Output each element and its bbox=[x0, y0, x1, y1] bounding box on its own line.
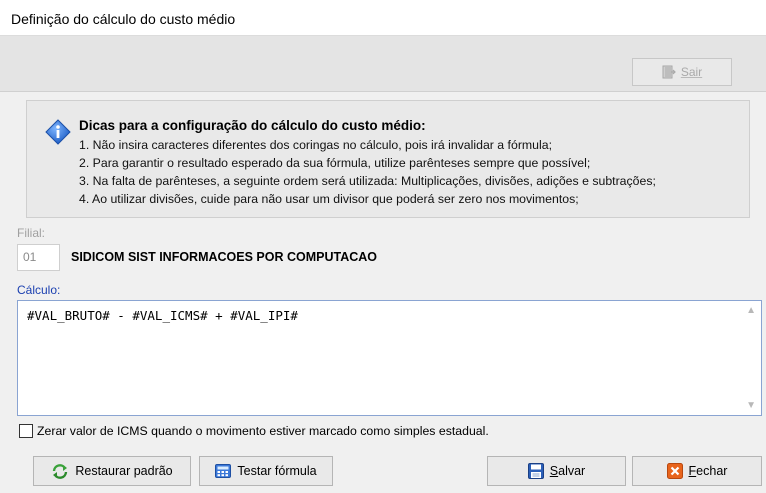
scroll-up-arrow-icon[interactable]: ▲ bbox=[746, 305, 756, 316]
calculo-formula[interactable]: #VAL_BRUTO# - #VAL_ICMS# + #VAL_IPI# bbox=[27, 308, 298, 323]
zerar-icms-option[interactable]: Zerar valor de ICMS quando o movimento e… bbox=[19, 424, 489, 438]
exit-button[interactable]: Sair bbox=[632, 58, 732, 86]
zerar-icms-label: Zerar valor de ICMS quando o movimento e… bbox=[37, 424, 489, 438]
scroll-down-arrow-icon[interactable]: ▼ bbox=[746, 400, 756, 411]
tip-line: 4. Ao utilizar divisões, cuide para não … bbox=[79, 192, 579, 206]
toolbar: Sair bbox=[0, 36, 766, 92]
calculo-label: Cálculo: bbox=[17, 283, 61, 297]
filial-code-field: 01 bbox=[17, 244, 60, 271]
calculator-icon bbox=[215, 464, 232, 478]
tip-line: 2. Para garantir o resultado esperado da… bbox=[79, 156, 591, 170]
tips-panel: Dicas para a configuração do cálculo do … bbox=[26, 100, 750, 218]
tips-title: Dicas para a configuração do cálculo do … bbox=[79, 118, 426, 133]
floppy-disk-icon bbox=[527, 463, 544, 479]
restore-default-label: Restaurar padrão bbox=[75, 464, 173, 478]
save-label: Salvar bbox=[549, 464, 586, 478]
zerar-icms-checkbox[interactable] bbox=[19, 424, 33, 438]
close-label: Fechar bbox=[688, 464, 728, 478]
calculo-editor[interactable]: #VAL_BRUTO# - #VAL_ICMS# + #VAL_IPI# ▲ ▼ bbox=[17, 300, 762, 416]
info-icon bbox=[45, 119, 71, 148]
exit-button-label: Sair bbox=[680, 65, 703, 79]
tip-line: 1. Não insira caracteres diferentes dos … bbox=[79, 138, 552, 152]
filial-label: Filial: bbox=[17, 226, 46, 240]
save-button[interactable]: Salvar bbox=[487, 456, 626, 486]
close-icon bbox=[666, 463, 683, 479]
restore-default-button[interactable]: Restaurar padrão bbox=[33, 456, 191, 486]
exit-door-icon bbox=[662, 65, 676, 79]
filial-name: SIDICOM SIST INFORMACOES POR COMPUTACAO bbox=[71, 250, 378, 264]
test-formula-label: Testar fórmula bbox=[237, 464, 317, 478]
dialog-window: Definição do cálculo do custo médio Sair bbox=[0, 0, 766, 493]
test-formula-button[interactable]: Testar fórmula bbox=[199, 456, 333, 486]
tip-line: 3. Na falta de parênteses, a seguinte or… bbox=[79, 174, 656, 188]
close-button[interactable]: Fechar bbox=[632, 456, 762, 486]
window-title: Definição do cálculo do custo médio bbox=[11, 11, 236, 27]
title-bar: Definição do cálculo do custo médio bbox=[0, 0, 766, 36]
refresh-icon bbox=[51, 463, 69, 479]
